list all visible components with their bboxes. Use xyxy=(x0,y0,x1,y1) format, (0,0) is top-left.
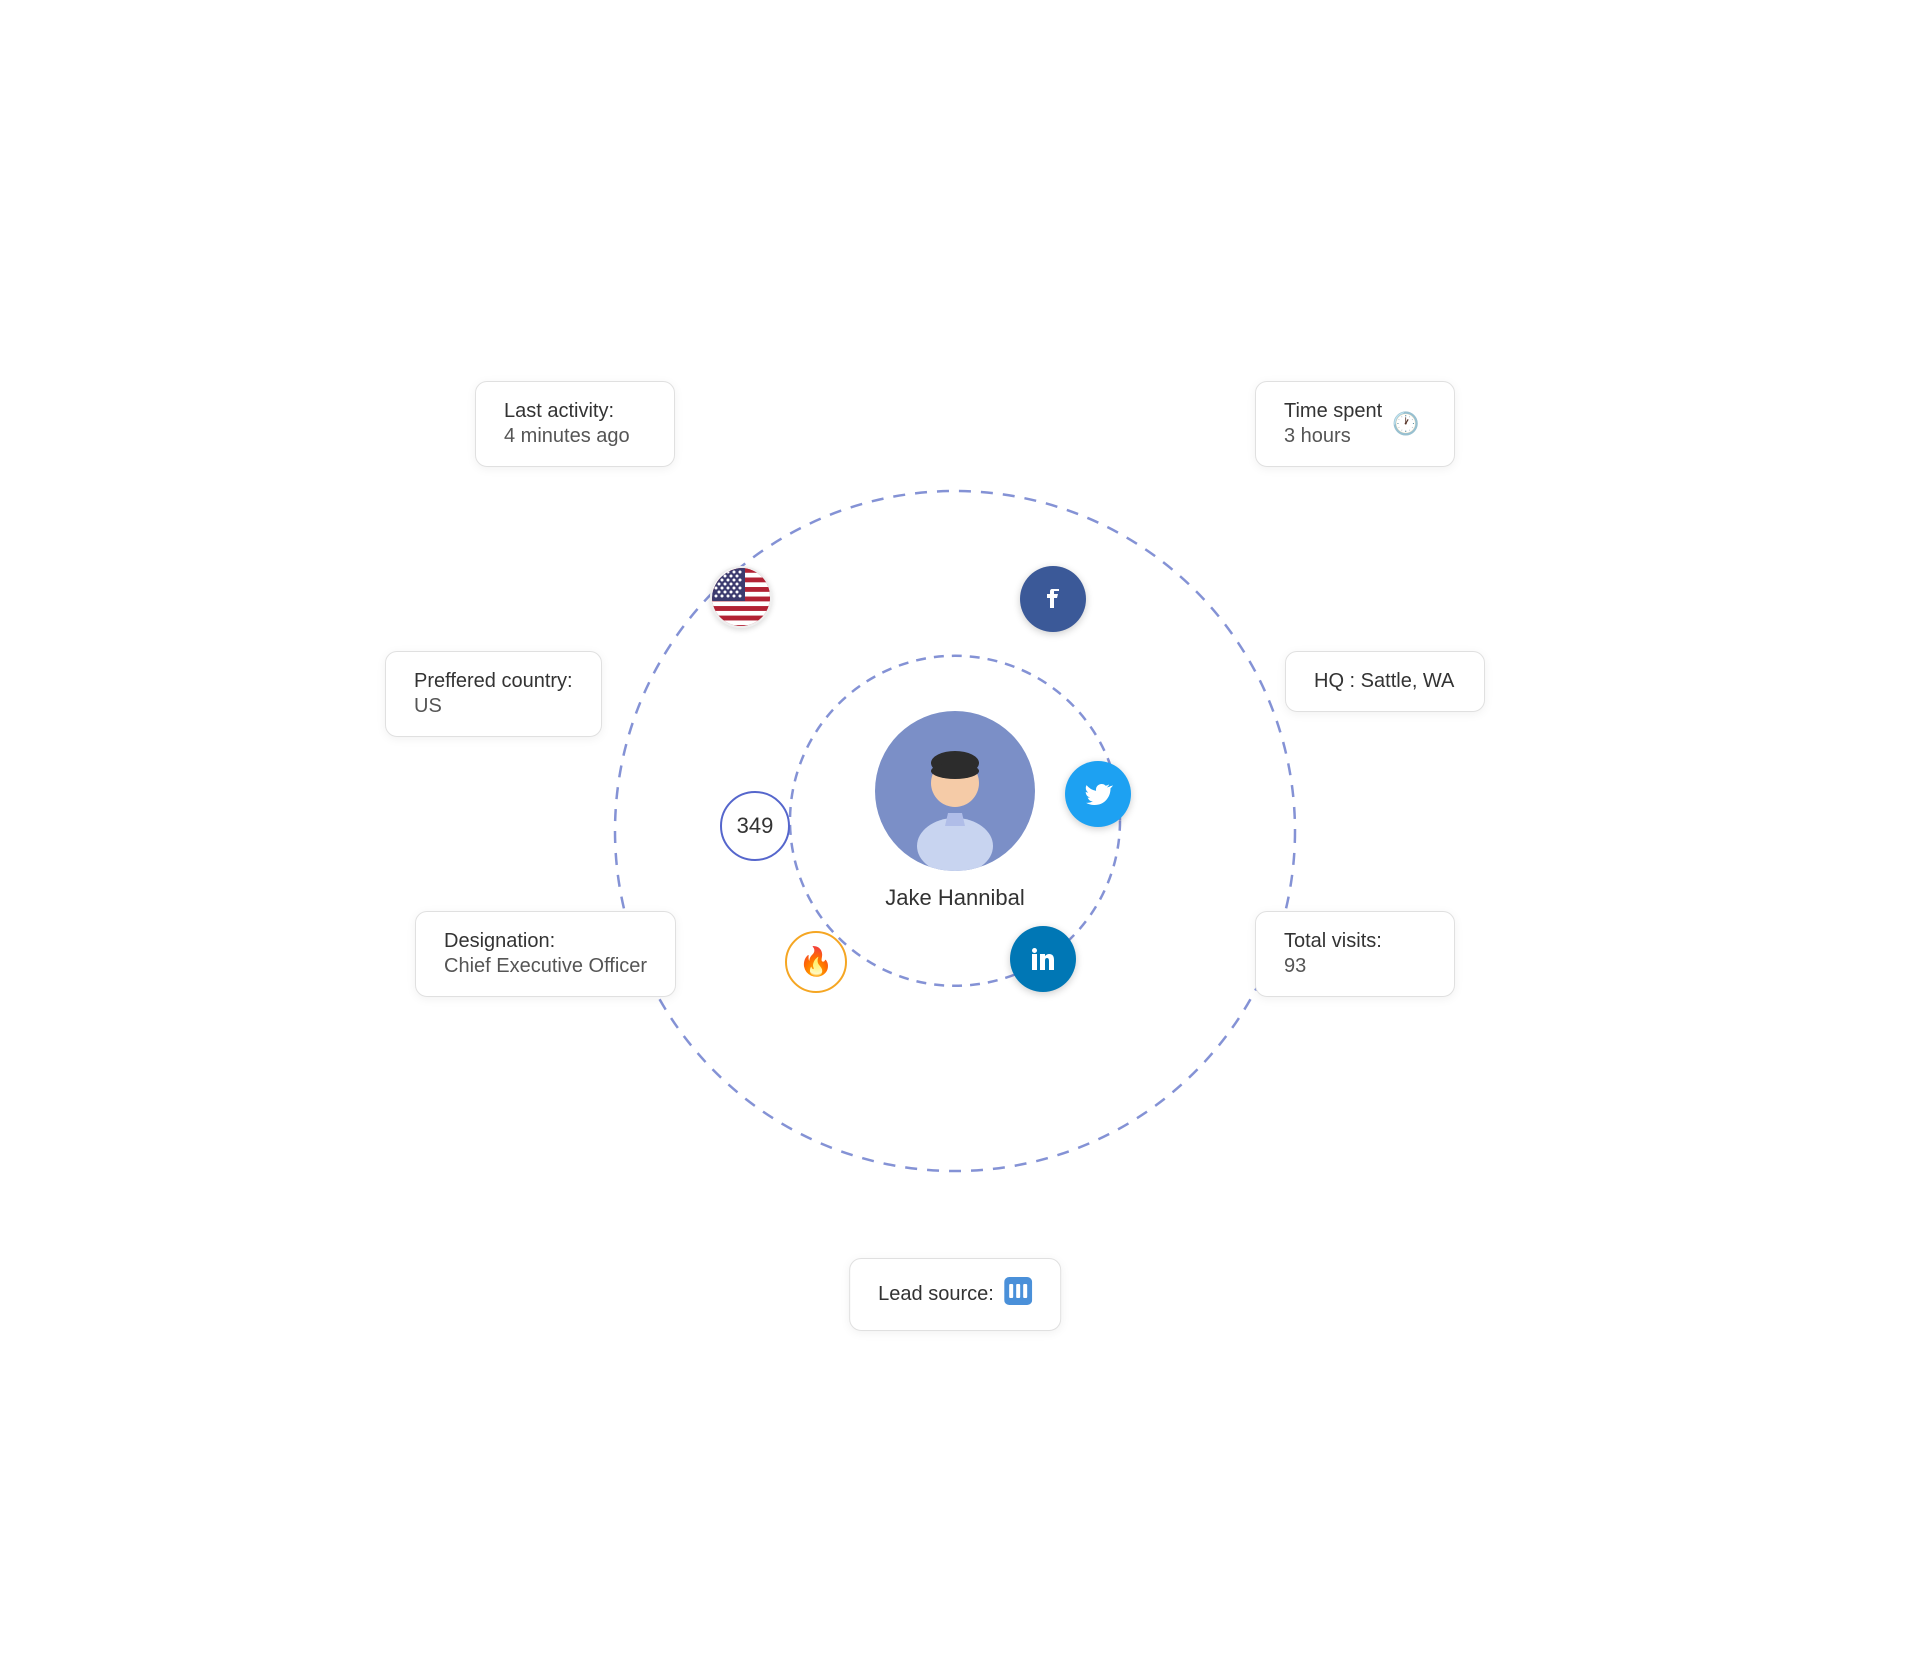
preferred-country-title: Preffered country: xyxy=(414,670,573,693)
card-last-activity: Last activity: 4 minutes ago xyxy=(475,381,675,467)
intercom-icon xyxy=(1004,1277,1032,1312)
flame-icon: 🔥 xyxy=(785,931,847,993)
designation-title: Designation: xyxy=(444,930,647,953)
hq-title: HQ : Sattle, WA xyxy=(1314,670,1456,693)
preferred-country-value: US xyxy=(414,695,573,718)
diagram-container: Last activity: 4 minutes ago Time spent … xyxy=(355,231,1555,1431)
card-hq: HQ : Sattle, WA xyxy=(1285,651,1485,712)
clock-icon: 🕐 xyxy=(1392,411,1419,437)
avatar-person-svg xyxy=(890,741,1020,871)
card-total-visits: Total visits: 93 xyxy=(1255,911,1455,997)
flame-emoji: 🔥 xyxy=(799,945,834,978)
avatar-wrapper: Jake Hannibal xyxy=(875,711,1035,911)
last-activity-title: Last activity: xyxy=(504,400,646,423)
time-spent-value: 3 hours xyxy=(1284,425,1382,448)
card-preferred-country: Preffered country: US xyxy=(385,651,602,737)
lead-source-title: Lead source: xyxy=(878,1283,994,1306)
facebook-icon xyxy=(1020,566,1086,632)
last-activity-value: 4 minutes ago xyxy=(504,425,646,448)
total-visits-value: 93 xyxy=(1284,955,1426,978)
avatar-circle xyxy=(875,711,1035,871)
designation-value: Chief Executive Officer xyxy=(444,955,647,978)
flag-icon xyxy=(710,566,772,628)
total-visits-title: Total visits: xyxy=(1284,930,1426,953)
score-badge: 349 xyxy=(720,791,790,861)
card-lead-source: Lead source: xyxy=(849,1258,1061,1331)
card-time-spent: Time spent 3 hours 🕐 xyxy=(1255,381,1455,467)
twitter-icon xyxy=(1065,761,1131,827)
linkedin-icon xyxy=(1010,926,1076,992)
score-value: 349 xyxy=(737,813,774,839)
time-spent-title: Time spent xyxy=(1284,400,1382,423)
card-designation: Designation: Chief Executive Officer xyxy=(415,911,676,997)
avatar-name: Jake Hannibal xyxy=(885,885,1024,911)
